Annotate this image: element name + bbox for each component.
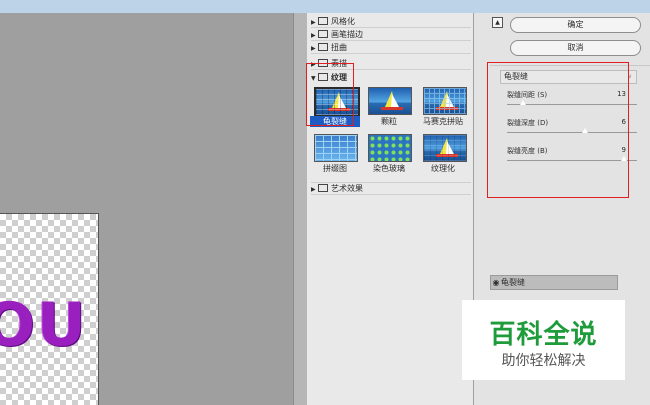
collapse-gallery-icon[interactable]: ▲ — [492, 17, 503, 28]
ok-button[interactable]: 确定 — [510, 17, 641, 33]
cancel-button[interactable]: 取消 — [510, 40, 641, 56]
filter-gallery: ▶ 风格化 ▶ 画笔描边 ▶ 扭曲 ▶ 素描 ▼ 纹理 龟裂缝 颗粒 马赛克拼贴 拼缀图 … — [306, 13, 474, 405]
filter-thumb-stained-glass[interactable] — [368, 134, 412, 162]
filter-label-patchwork[interactable]: 拼缀图 — [310, 163, 360, 174]
effect-layer-label: 龟裂缝 — [501, 278, 525, 287]
filter-label-grain[interactable]: 颗粒 — [364, 116, 414, 127]
filter-thumb-texturizer[interactable] — [423, 134, 467, 162]
effect-layer-item[interactable]: ◉ 龟裂缝 — [490, 275, 618, 290]
filter-label-mosaic-tiles[interactable]: 马赛克拼贴 — [418, 116, 468, 127]
watermark-logo: 百科全说 助你轻松解决 — [462, 300, 625, 380]
expand-arrow-icon: ▶ — [311, 186, 316, 193]
title-bar — [0, 0, 650, 13]
filter-label-stained-glass[interactable]: 染色玻璃 — [364, 163, 414, 174]
filter-thumb-patchwork[interactable] — [314, 134, 358, 162]
filter-thumb-grain[interactable] — [368, 87, 412, 115]
canvas-preview: OU — [0, 13, 300, 405]
watermark-subtitle: 助你轻松解决 — [501, 353, 586, 369]
folder-icon — [318, 16, 328, 25]
folder-icon — [318, 183, 328, 192]
watermark-title: 百科全说 — [489, 320, 598, 350]
expand-arrow-icon: ▶ — [311, 32, 316, 39]
category-distort[interactable]: ▶ 扭曲 — [311, 42, 471, 54]
filter-thumb-mosaic-tiles[interactable] — [423, 87, 467, 115]
category-label: 艺术效果 — [331, 184, 363, 193]
canvas-text: OU — [0, 290, 88, 360]
category-label: 画笔描边 — [331, 30, 363, 39]
filter-label-texturizer[interactable]: 纹理化 — [418, 163, 468, 174]
document-canvas: OU — [0, 213, 99, 405]
eye-icon[interactable]: ◉ — [491, 276, 501, 289]
expand-arrow-icon: ▶ — [311, 19, 316, 26]
folder-icon — [318, 42, 328, 51]
category-brush-strokes[interactable]: ▶ 画笔描边 — [311, 29, 471, 41]
category-label: 扭曲 — [331, 43, 347, 52]
category-artistic[interactable]: ▶ 艺术效果 — [311, 182, 471, 195]
expand-arrow-icon: ▶ — [311, 45, 316, 52]
category-label: 风格化 — [331, 17, 355, 26]
category-stylize[interactable]: ▶ 风格化 — [311, 16, 471, 28]
folder-icon — [318, 29, 328, 38]
annotation-box — [306, 63, 354, 126]
annotation-box — [487, 62, 629, 198]
